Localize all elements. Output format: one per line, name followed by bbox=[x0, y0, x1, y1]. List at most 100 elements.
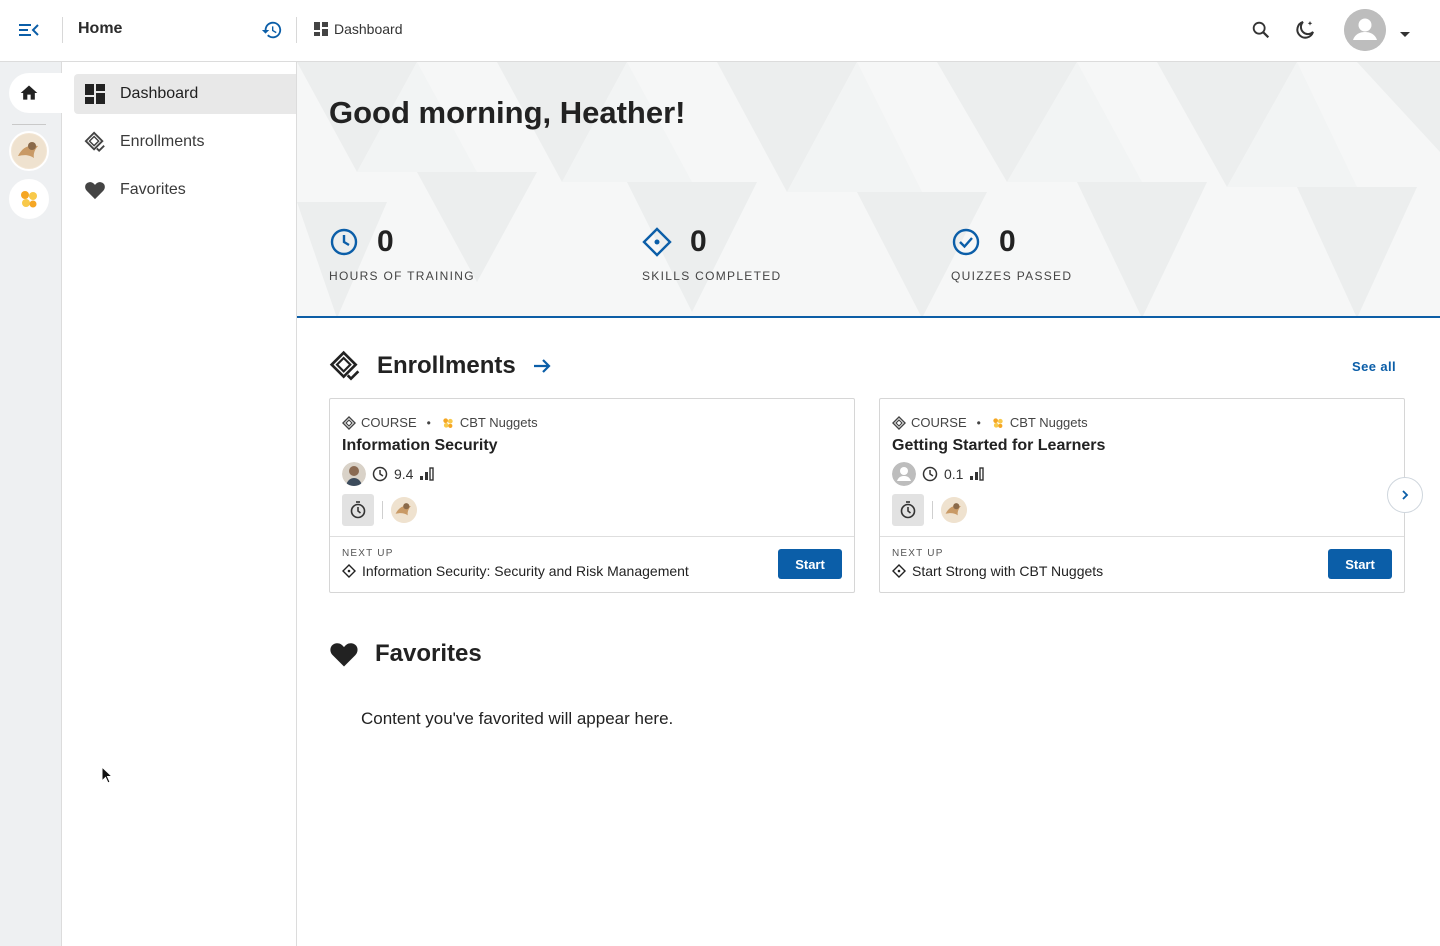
home-title[interactable]: Home bbox=[78, 20, 122, 38]
greeting-heading: Good morning, Heather! bbox=[329, 95, 686, 130]
arrow-right-icon[interactable] bbox=[532, 357, 552, 375]
course-icon bbox=[892, 415, 906, 430]
divider bbox=[382, 501, 383, 519]
clock-icon bbox=[330, 228, 358, 256]
organization-logo-icon bbox=[12, 134, 46, 168]
nav-item-label: Favorites bbox=[120, 181, 186, 198]
enrollment-card[interactable]: COURSE • CBT Nuggets Information Securit… bbox=[329, 398, 855, 593]
difficulty-level-icon bbox=[420, 467, 435, 481]
separator-dot: • bbox=[426, 415, 431, 430]
dark-mode-toggle[interactable] bbox=[1293, 18, 1317, 42]
rail-home-button[interactable] bbox=[9, 73, 62, 113]
history-button[interactable] bbox=[261, 19, 283, 41]
heart-icon bbox=[330, 643, 358, 667]
difficulty-level-icon bbox=[970, 467, 985, 481]
enrollments-icon bbox=[329, 350, 360, 381]
divider bbox=[932, 501, 933, 519]
collapse-menu-button[interactable] bbox=[14, 17, 42, 43]
rail-organization-button[interactable] bbox=[9, 131, 49, 171]
nav-item-dashboard[interactable]: Dashboard bbox=[74, 74, 296, 114]
diamond-icon bbox=[892, 564, 906, 578]
organization-logo-icon bbox=[941, 497, 967, 523]
hero-banner: Good morning, Heather! 0 HOURS OF TRAINI… bbox=[297, 62, 1440, 318]
side-nav: Dashboard Enrollments Favorites bbox=[62, 62, 297, 946]
stat-hours-of-training: 0 HOURS OF TRAINING bbox=[329, 225, 475, 283]
card-provider: CBT Nuggets bbox=[1009, 415, 1088, 430]
search-button[interactable] bbox=[1250, 19, 1272, 41]
card-title[interactable]: Information Security bbox=[342, 437, 498, 455]
breadcrumb-label: Dashboard bbox=[334, 21, 403, 37]
card-meta: COURSE • CBT Nuggets bbox=[342, 415, 538, 430]
start-button[interactable]: Start bbox=[778, 549, 842, 579]
next-up-item[interactable]: Start Strong with CBT Nuggets bbox=[892, 563, 1103, 579]
moon-stars-icon bbox=[1296, 21, 1314, 39]
divider bbox=[12, 124, 46, 125]
card-footer: NEXT UP Start Strong with CBT Nuggets St… bbox=[880, 536, 1404, 593]
course-hours: 9.4 bbox=[394, 466, 414, 482]
nav-item-enrollments[interactable]: Enrollments bbox=[74, 122, 296, 162]
card-tools bbox=[892, 494, 967, 526]
favorites-title: Favorites bbox=[375, 640, 482, 667]
card-provider: CBT Nuggets bbox=[459, 415, 538, 430]
history-icon bbox=[261, 21, 282, 39]
top-bar: Home Dashboard bbox=[0, 0, 1440, 62]
user-menu-caret[interactable] bbox=[1399, 26, 1411, 37]
user-avatar-icon bbox=[1344, 9, 1386, 51]
cbt-nuggets-logo-icon bbox=[443, 417, 453, 428]
diamond-icon bbox=[342, 564, 356, 578]
next-up-item[interactable]: Information Security: Security and Risk … bbox=[342, 563, 689, 579]
cbt-nuggets-logo-icon bbox=[993, 417, 1003, 428]
user-avatar-button[interactable] bbox=[1344, 9, 1386, 51]
organization-logo-icon bbox=[391, 497, 417, 523]
dashboard-icon bbox=[84, 83, 106, 105]
stopwatch-icon bbox=[900, 501, 916, 519]
search-icon bbox=[1252, 21, 1270, 39]
card-info: 9.4 bbox=[342, 462, 435, 486]
menu-collapse-icon bbox=[19, 24, 39, 36]
stat-label: QUIZZES PASSED bbox=[951, 269, 1073, 283]
enrollment-card[interactable]: COURSE • CBT Nuggets Getting Started for… bbox=[879, 398, 1405, 593]
main-content: Good morning, Heather! 0 HOURS OF TRAINI… bbox=[297, 62, 1440, 946]
diamond-icon bbox=[642, 227, 672, 257]
dashboard-icon bbox=[314, 22, 328, 36]
rail-cbt-nuggets-button[interactable] bbox=[9, 179, 49, 219]
mouse-cursor-icon bbox=[101, 766, 114, 784]
instructor-avatar bbox=[892, 462, 916, 486]
card-tools bbox=[342, 494, 417, 526]
stat-label: SKILLS COMPLETED bbox=[642, 269, 782, 283]
stopwatch-icon bbox=[350, 501, 366, 519]
favorites-empty-message: Content you've favorited will appear her… bbox=[361, 709, 674, 728]
course-icon bbox=[342, 415, 356, 430]
stat-value: 0 bbox=[377, 225, 394, 258]
timer-button[interactable] bbox=[892, 494, 924, 526]
start-button[interactable]: Start bbox=[1328, 549, 1392, 579]
timer-button[interactable] bbox=[342, 494, 374, 526]
check-circle-icon bbox=[952, 228, 980, 256]
stat-value: 0 bbox=[999, 225, 1016, 258]
enrollments-icon bbox=[84, 131, 106, 153]
separator-dot: • bbox=[976, 415, 981, 430]
next-up-title: Information Security: Security and Risk … bbox=[362, 563, 689, 579]
card-type: COURSE bbox=[911, 415, 967, 430]
heart-icon bbox=[84, 179, 106, 201]
breadcrumb[interactable]: Dashboard bbox=[314, 21, 403, 37]
card-type: COURSE bbox=[361, 415, 417, 430]
home-icon bbox=[20, 85, 38, 100]
stat-quizzes-passed: 0 QUIZZES PASSED bbox=[951, 225, 1072, 283]
stat-label: HOURS OF TRAINING bbox=[329, 269, 475, 283]
card-footer: NEXT UP Information Security: Security a… bbox=[330, 536, 854, 593]
nav-item-label: Dashboard bbox=[120, 85, 199, 102]
stat-value: 0 bbox=[690, 225, 707, 258]
enrollments-title[interactable]: Enrollments bbox=[377, 352, 516, 380]
app-rail bbox=[0, 62, 62, 946]
card-info: 0.1 bbox=[892, 462, 985, 486]
next-up-label: NEXT UP bbox=[892, 548, 944, 559]
divider bbox=[62, 17, 63, 43]
carousel-next-button[interactable] bbox=[1387, 477, 1423, 513]
course-hours: 0.1 bbox=[944, 466, 964, 482]
see-all-link[interactable]: See all bbox=[1352, 359, 1396, 374]
card-title[interactable]: Getting Started for Learners bbox=[892, 437, 1105, 455]
nav-item-favorites[interactable]: Favorites bbox=[74, 170, 296, 210]
favorites-section-header: Favorites bbox=[329, 640, 482, 668]
next-up-title: Start Strong with CBT Nuggets bbox=[912, 563, 1104, 579]
